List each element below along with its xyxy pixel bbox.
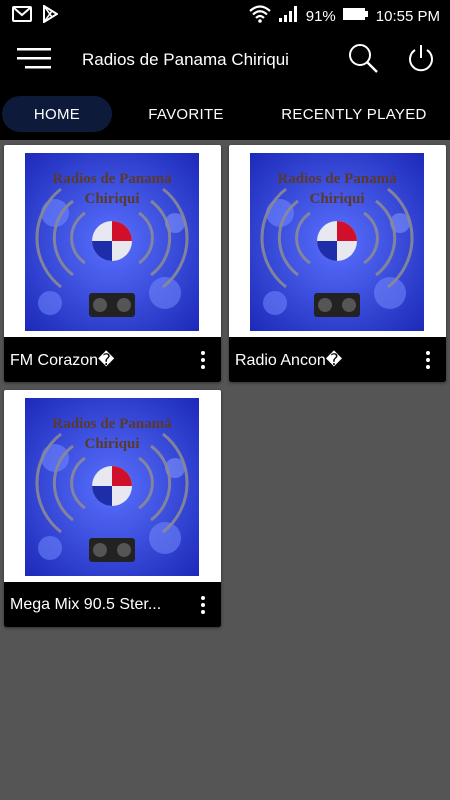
more-options-button[interactable]: [185, 337, 221, 382]
artwork-line1: Radios de Panamá: [277, 171, 397, 187]
menu-button[interactable]: [0, 32, 70, 88]
app-bar: Radios de Panama Chiriqui: [0, 32, 450, 88]
menu-icon: [17, 46, 53, 75]
station-info-bar: Radio Ancon�: [229, 337, 446, 382]
gmail-icon: [12, 5, 32, 27]
more-vert-icon: [426, 350, 430, 369]
tab-home[interactable]: HOME: [2, 96, 112, 132]
station-name: FM Corazon�: [10, 351, 115, 369]
station-card[interactable]: Radios de Panamá Chiriqui FM Corazon�: [4, 145, 221, 382]
wifi-icon: [248, 5, 272, 27]
search-button[interactable]: [334, 32, 392, 88]
more-options-button[interactable]: [410, 337, 446, 382]
play-store-icon: [42, 3, 59, 28]
artwork-line2: Chiriqui: [84, 191, 139, 207]
station-name: Radio Ancon�: [235, 351, 343, 369]
tab-favorite[interactable]: FAVORITE: [116, 96, 256, 132]
artwork-line1: Radios de Panamá: [52, 171, 172, 187]
artwork-line2: Chiriqui: [84, 436, 139, 452]
more-vert-icon: [201, 350, 205, 369]
signal-icon: [278, 5, 300, 27]
tab-recently-played[interactable]: RECENTLY PLAYED: [264, 96, 444, 132]
power-icon: [406, 43, 436, 78]
station-card[interactable]: Radios de Panamá Chiriqui Radio Ancon�: [229, 145, 446, 382]
more-vert-icon: [201, 595, 205, 614]
more-options-button[interactable]: [185, 582, 221, 627]
power-button[interactable]: [392, 32, 450, 88]
station-name: Mega Mix 90.5 Ster...: [10, 595, 162, 613]
battery-icon: [342, 6, 370, 26]
artwork-line1: Radios de Panamá: [52, 416, 172, 432]
clock: 10:55 PM: [375, 7, 440, 25]
artwork-line2: Chiriqui: [309, 191, 364, 207]
tab-bar: HOME FAVORITE RECENTLY PLAYED: [0, 88, 450, 140]
station-artwork: Radios de Panamá Chiriqui: [250, 153, 424, 331]
app-title: Radios de Panama Chiriqui: [82, 50, 289, 69]
battery-percent: 91%: [305, 7, 336, 25]
station-info-bar: Mega Mix 90.5 Ster...: [4, 582, 221, 627]
station-artwork: Radios de Panamá Chiriqui: [25, 398, 199, 576]
search-icon: [347, 42, 379, 79]
station-info-bar: FM Corazon�: [4, 337, 221, 382]
status-bar: 91% 10:55 PM: [0, 0, 450, 32]
station-card[interactable]: Radios de Panamá Chiriqui Mega Mix 90.5 …: [4, 390, 221, 627]
station-artwork: Radios de Panamá Chiriqui: [25, 153, 199, 331]
